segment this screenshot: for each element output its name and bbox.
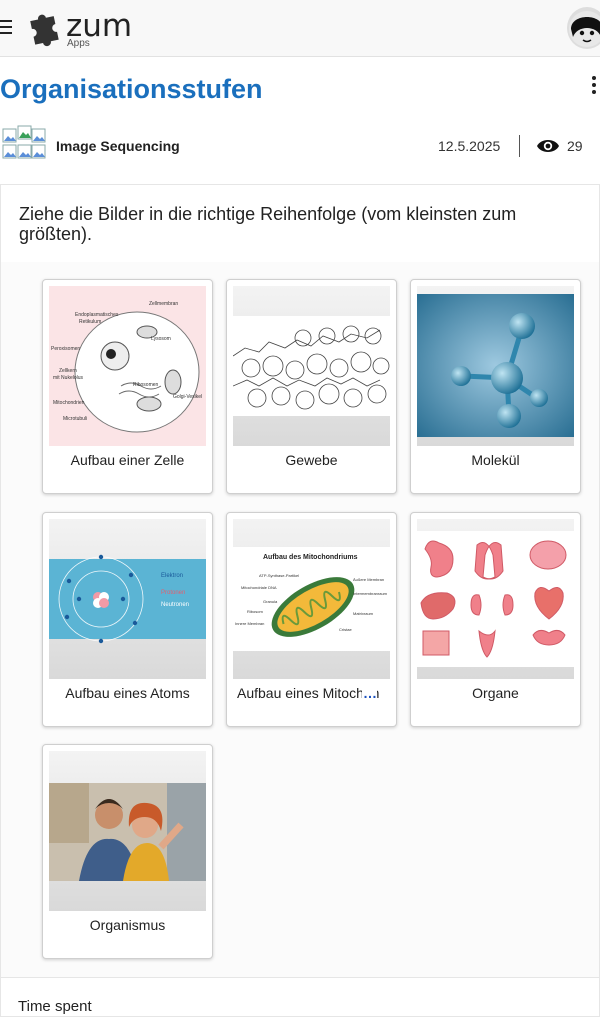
card-caption-text: Aufbau eines Mitochondriums — [237, 685, 380, 701]
sequence-card-cell[interactable]: Zellmembran Endoplasmatisches Retikulum … — [42, 279, 213, 494]
sequence-card-tissue[interactable]: Gewebe — [226, 279, 397, 494]
svg-text:mit Nukelolus: mit Nukelolus — [53, 375, 84, 381]
svg-text:Endoplasmatisches: Endoplasmatisches — [75, 312, 119, 318]
molecule-render-image — [417, 286, 574, 446]
svg-text:Matrixraum: Matrixraum — [353, 611, 374, 616]
logo-subtitle: Apps — [67, 38, 90, 49]
svg-text:Peroxisomen: Peroxisomen — [51, 346, 80, 352]
app-type-label: Image Sequencing — [56, 138, 180, 154]
svg-text:Retikulum: Retikulum — [79, 319, 101, 325]
view-count: 29 — [567, 138, 583, 154]
svg-text:Zellmembran: Zellmembran — [149, 301, 178, 307]
puzzle-icon — [30, 14, 59, 47]
card-caption: Aufbau einer Zelle — [70, 452, 185, 468]
svg-text:Äußere Membran: Äußere Membran — [353, 577, 384, 582]
svg-text:Lysosom: Lysosom — [151, 336, 171, 342]
people-photo-image — [49, 751, 206, 911]
svg-text:Granula: Granula — [263, 599, 278, 604]
top-bar: zum Apps — [0, 0, 600, 57]
svg-text:Cristae: Cristae — [339, 627, 352, 632]
meta-divider — [519, 135, 520, 157]
svg-text:Mitochondriale DNA: Mitochondriale DNA — [241, 585, 277, 590]
eye-icon — [537, 140, 559, 152]
tissue-drawing-image — [233, 286, 390, 446]
avatar[interactable] — [567, 7, 600, 49]
mitochondrium-title: Aufbau des Mitochondriums — [263, 554, 358, 561]
zum-apps-logo[interactable]: zum Apps — [26, 6, 136, 50]
page-title: Organisationsstufen — [0, 74, 263, 104]
caption-ellipsis: … — [362, 685, 377, 701]
card-caption: Organismus — [89, 917, 166, 933]
task-instruction: Ziehe die Bilder in die richtige Reihenf… — [0, 184, 600, 263]
sequence-card-organs[interactable]: Organe — [410, 512, 581, 727]
image-sequencing-icon — [2, 125, 46, 159]
card-caption: Gewebe — [285, 452, 338, 468]
menu-icon[interactable] — [0, 20, 12, 34]
svg-text:Elektron: Elektron — [161, 573, 183, 579]
svg-text:Innere Membran: Innere Membran — [235, 621, 264, 626]
publish-date: 12.5.2025 — [438, 138, 501, 154]
svg-text:Golgi-Vesikel: Golgi-Vesikel — [173, 394, 202, 400]
svg-text:Zellkern: Zellkern — [59, 368, 77, 374]
svg-text:Neutronen: Neutronen — [161, 602, 189, 608]
sequence-card-mitochondrium[interactable]: Aufbau des Mitochondriums ATP-Synthase-P… — [226, 512, 397, 727]
meta-row: Image Sequencing 12.5.2025 29 — [0, 124, 600, 168]
svg-text:Mitochondrien: Mitochondrien — [53, 400, 85, 406]
organs-illustration-image — [417, 519, 574, 679]
svg-text:Ribosomen: Ribosomen — [133, 382, 159, 388]
svg-text:Ribosom: Ribosom — [247, 609, 263, 614]
svg-text:Microtubuli: Microtubuli — [63, 416, 87, 422]
cell-diagram-image: Zellmembran Endoplasmatisches Retikulum … — [49, 286, 206, 446]
mitochondrium-diagram-image: Aufbau des Mitochondriums ATP-Synthase-P… — [233, 519, 390, 679]
sequence-card-atom[interactable]: Elektron Protonen Neutronen Aufbau eines… — [42, 512, 213, 727]
sequence-card-molecule[interactable]: Molekül — [410, 279, 581, 494]
time-spent-panel: Time spent — [0, 977, 600, 1017]
sequence-card-organism[interactable]: Organismus — [42, 744, 213, 959]
svg-text:Protonen: Protonen — [161, 590, 185, 596]
card-caption: Molekül — [471, 452, 520, 468]
card-caption: Organe — [472, 685, 519, 701]
more-options-icon[interactable] — [588, 76, 600, 98]
svg-text:Intermembranraum: Intermembranraum — [353, 591, 388, 596]
svg-text:ATP-Synthase-Partikel: ATP-Synthase-Partikel — [259, 573, 299, 578]
card-caption: Aufbau eines Mitochondriums — [237, 685, 380, 701]
atom-diagram-image: Elektron Protonen Neutronen — [49, 519, 206, 679]
sequencing-area: Zellmembran Endoplasmatisches Retikulum … — [0, 262, 600, 978]
time-spent-label: Time spent — [18, 998, 92, 1015]
card-caption: Aufbau eines Atoms — [65, 685, 190, 701]
